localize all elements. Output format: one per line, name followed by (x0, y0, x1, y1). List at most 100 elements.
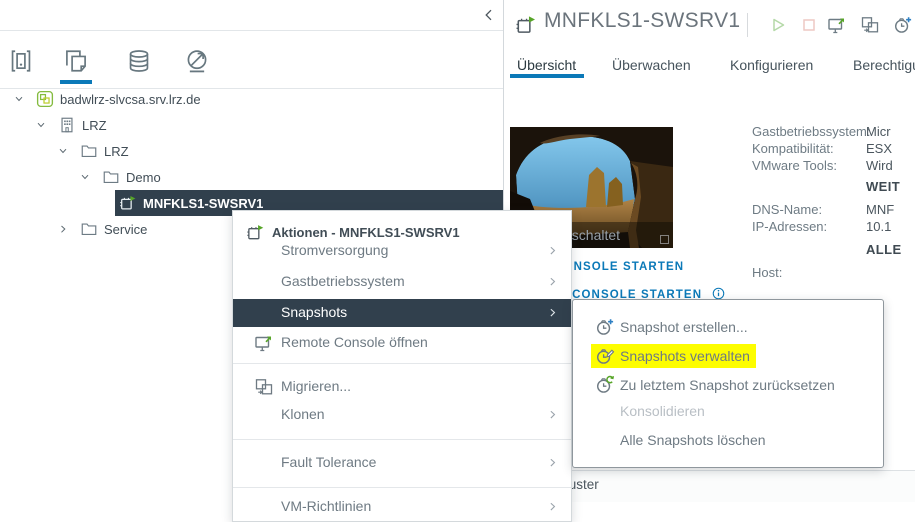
detail-value: MNF (866, 202, 894, 217)
tree-item-label: LRZ (82, 118, 107, 133)
tree-item-label: Demo (126, 170, 161, 185)
highlighted-menu-item: Snapshots verwalten (591, 344, 756, 368)
inventory-view-switcher (0, 42, 503, 86)
detail-value: Wird (866, 158, 893, 173)
menu-item-stromversorgung[interactable]: Stromversorgung (233, 237, 571, 265)
detail-label: DNS-Name: (752, 202, 822, 217)
tab-überwachen[interactable]: Überwachen (612, 57, 691, 73)
tree-item-lrz[interactable]: LRZ (0, 138, 503, 164)
menu-separator (233, 363, 571, 364)
menu-item-content: Snapshot erstellen... (591, 315, 754, 339)
networks-icon[interactable] (184, 48, 210, 74)
tree-item-badwlrz-slvcsa-srv-lrz-de[interactable]: badwlrz-slvcsa.srv.lrz.de (0, 86, 503, 112)
menu-item-label: VM-Richtlinien (281, 498, 371, 514)
detail-value[interactable]: WEIT (866, 179, 900, 194)
submenu-arrow-icon (546, 244, 559, 257)
menu-separator (233, 487, 571, 488)
menu-item-label: Stromversorgung (281, 242, 388, 258)
tab-berechtigungen[interactable]: Berechtigungen (853, 57, 915, 73)
folder-icon (80, 142, 98, 160)
tab-übersicht[interactable]: Übersicht (517, 57, 576, 73)
menu-item-snapshots-verwalten[interactable]: Snapshots verwalten (573, 342, 883, 370)
menu-item-label: Remote Console öffnen (281, 334, 428, 350)
detail-value: Micr (866, 124, 891, 139)
snapshot-add-icon[interactable] (893, 15, 913, 35)
snapshot-add-icon (595, 317, 615, 337)
expand-thumbnail-icon[interactable] (660, 235, 669, 244)
menu-item-label: Gastbetriebssystem (281, 273, 405, 289)
vm-icon (515, 14, 537, 36)
submenu-arrow-icon (546, 408, 559, 421)
menu-item-label: Snapshot erstellen... (620, 319, 748, 335)
menu-item-snapshot-erstellen[interactable]: Snapshot erstellen... (573, 313, 883, 341)
menu-item-fault-tolerance[interactable]: Fault Tolerance (233, 449, 571, 477)
detail-label: Gastbetriebssystem: (752, 124, 871, 139)
migrate-icon[interactable] (860, 15, 880, 35)
menu-item-label: Fault Tolerance (281, 454, 376, 470)
detail-value[interactable]: ALLE (866, 242, 902, 257)
console-icon (254, 333, 274, 353)
menu-item-content: Konsolidieren (591, 401, 711, 421)
detail-label: IP-Adressen: (752, 219, 827, 234)
tab-konfigurieren[interactable]: Konfigurieren (730, 57, 813, 73)
menu-item-snapshots[interactable]: Snapshots (233, 299, 571, 327)
page-title: MNFKLS1-SWSRV1 (544, 9, 740, 33)
detail-label: VMware Tools: (752, 158, 837, 173)
collapse-panel-icon[interactable] (481, 7, 497, 23)
menu-item-zu-letztem-snapshot-zurücksetzen[interactable]: Zu letztem Snapshot zurücksetzen (573, 371, 883, 399)
menu-item-content: Zu letztem Snapshot zurücksetzen (591, 373, 841, 397)
menu-item-konsolidieren: Konsolidieren (573, 399, 883, 427)
menu-item-label: Snapshots verwalten (620, 348, 750, 364)
submenu-arrow-icon (546, 456, 559, 469)
tree-item-label: badwlrz-slvcsa.srv.lrz.de (60, 92, 201, 107)
folder-icon (102, 168, 120, 186)
stop-icon[interactable] (799, 15, 819, 35)
menu-item-label: Migrieren... (281, 378, 351, 394)
menu-item-klonen[interactable]: Klonen (233, 401, 571, 429)
detail-label: Kompatibilität: (752, 141, 834, 156)
menu-item-label: Snapshots (281, 304, 347, 320)
vm-icon (119, 194, 137, 212)
detail-value: 10.1 (866, 219, 891, 234)
menu-item-gastbetriebssystem[interactable]: Gastbetriebssystem (233, 268, 571, 296)
snapshot-revert-icon (595, 375, 615, 395)
vcenter-icon (36, 90, 54, 108)
tree-item-lrz[interactable]: LRZ (0, 112, 503, 138)
chevron-down-icon[interactable] (79, 171, 91, 183)
migrate-icon (254, 377, 274, 397)
console-icon[interactable] (827, 15, 847, 35)
detail-value: ESX (866, 141, 892, 156)
tree-item-label: Service (104, 222, 147, 237)
tree-item-label: LRZ (104, 144, 129, 159)
storage-icon[interactable] (126, 48, 152, 74)
tree-item-label: MNFKLS1-SWSRV1 (143, 196, 263, 211)
hosts-icon[interactable] (8, 48, 34, 74)
menu-item-label: Konsolidieren (620, 403, 705, 419)
submenu-arrow-icon (546, 275, 559, 288)
chevron-right-icon[interactable] (57, 223, 69, 235)
submenu-arrow-icon (546, 306, 559, 319)
menu-separator (233, 439, 571, 440)
menu-item-alle-snapshots-löschen[interactable]: Alle Snapshots löschen (573, 428, 883, 456)
divider (747, 13, 748, 37)
snapshots-submenu: Snapshot erstellen... Snapshots verwalten… (572, 299, 884, 468)
menu-item-vm-richtlinien[interactable]: VM-Richtlinien (233, 493, 571, 521)
vm-actions-context-menu: Aktionen - MNFKLS1-SWSRV1 Stromversorgun… (232, 210, 572, 522)
menu-item-migrieren[interactable]: Migrieren... (233, 373, 571, 401)
menu-item-label: Klonen (281, 406, 325, 422)
vms-icon[interactable] (63, 48, 89, 74)
divider (0, 30, 503, 31)
chevron-down-icon[interactable] (57, 145, 69, 157)
menu-item-remote-console-öffnen[interactable]: Remote Console öffnen (233, 329, 571, 357)
snapshot-edit-icon (595, 346, 615, 366)
tree-item-demo[interactable]: Demo (0, 164, 503, 190)
folder-icon (80, 220, 98, 238)
active-tab-underline (510, 74, 584, 78)
menu-item-content: Alle Snapshots löschen (591, 430, 772, 450)
chevron-down-icon[interactable] (13, 93, 25, 105)
menu-item-label: Zu letztem Snapshot zurücksetzen (620, 377, 835, 393)
play-icon[interactable] (768, 15, 788, 35)
menu-item-label: Alle Snapshots löschen (620, 432, 766, 448)
chevron-down-icon[interactable] (35, 119, 47, 131)
datacenter-icon (58, 116, 76, 134)
